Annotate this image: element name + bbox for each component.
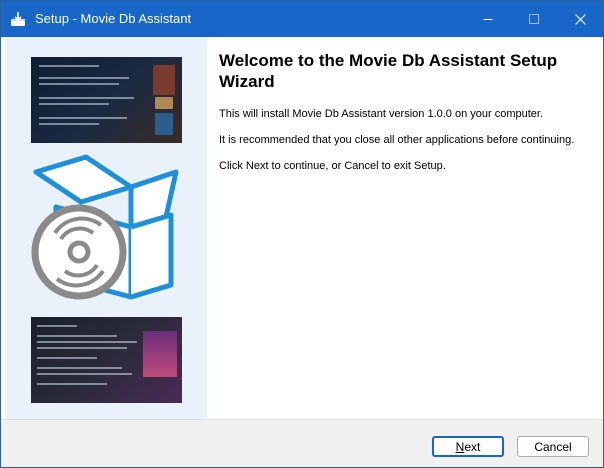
close-button[interactable]	[557, 1, 603, 37]
maximize-icon	[529, 14, 539, 24]
next-button-accelerator: N	[455, 439, 465, 454]
title-bar[interactable]: Setup - Movie Db Assistant	[1, 1, 603, 37]
software-box-with-disc-icon	[31, 154, 179, 300]
window-title: Setup - Movie Db Assistant	[35, 11, 192, 26]
next-button[interactable]: Next	[432, 436, 504, 457]
install-info-text: This will install Movie Db Assistant ver…	[219, 108, 544, 120]
recommendation-text: It is recommended that you close all oth…	[219, 134, 575, 146]
app-screenshot-bottom	[31, 317, 182, 403]
wizard-side-panel	[5, 37, 207, 419]
maximize-button[interactable]	[511, 1, 557, 37]
close-icon	[574, 13, 586, 25]
instruction-text: Click Next to continue, or Cancel to exi…	[219, 160, 446, 172]
wizard-footer: Next Cancel	[1, 419, 603, 467]
next-button-label: ext	[464, 439, 481, 454]
minimize-button[interactable]	[465, 1, 511, 37]
page-title: Welcome to the Movie Db Assistant Setup …	[219, 51, 558, 91]
minimize-icon	[483, 18, 493, 20]
cancel-button[interactable]: Cancel	[517, 436, 589, 457]
wizard-main: Welcome to the Movie Db Assistant Setup …	[219, 47, 589, 172]
installer-icon	[11, 12, 25, 26]
app-screenshot-top	[31, 57, 182, 143]
wizard-content: Welcome to the Movie Db Assistant Setup …	[1, 37, 603, 419]
setup-window: Setup - Movie Db Assistant Welcome to th…	[0, 0, 604, 468]
